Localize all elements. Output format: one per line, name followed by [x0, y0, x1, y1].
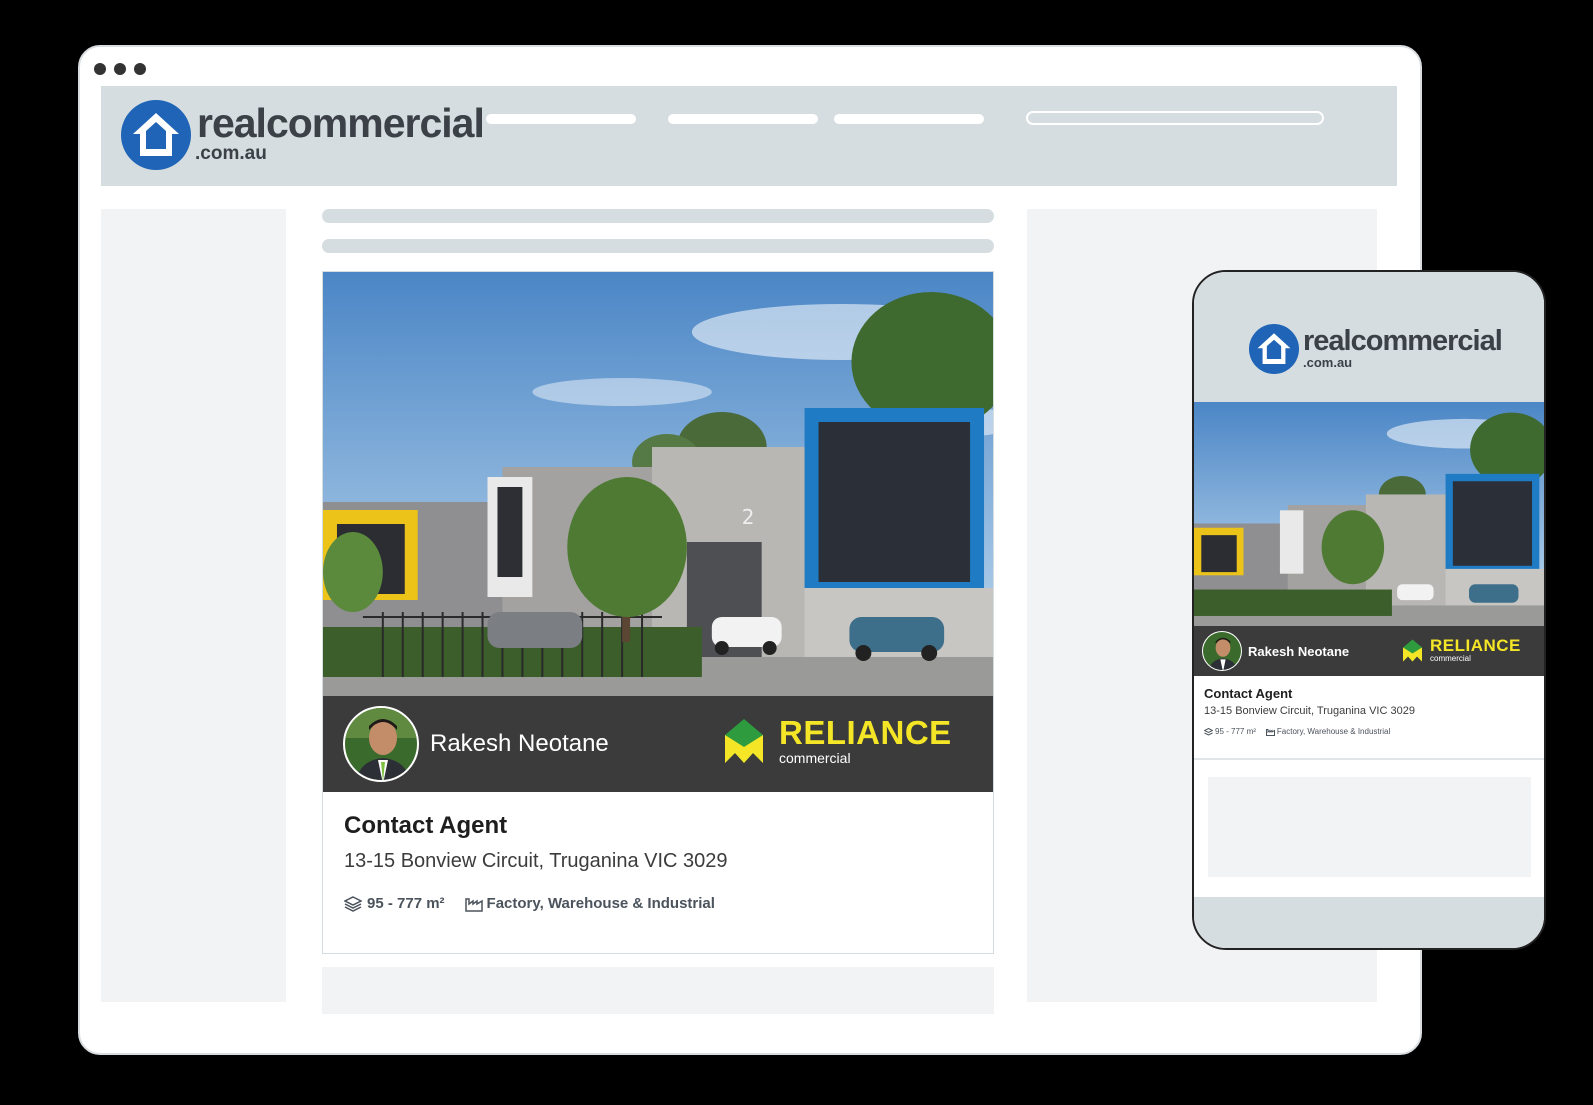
brand-name: realcommercial: [1303, 325, 1503, 357]
agent-avatar[interactable]: [1202, 631, 1242, 671]
reliance-logo-icon: [725, 718, 763, 763]
agent-avatar[interactable]: [343, 706, 419, 782]
mobile-header: realcommercial .com.au: [1194, 272, 1544, 402]
area-spec: 95 - 777 m²: [1204, 727, 1256, 736]
agent-name[interactable]: Rakesh Neotane: [1248, 644, 1349, 659]
property-type: Factory, Warehouse & Industrial: [1276, 727, 1391, 736]
agent-branding-bar: Rakesh Neotane RELIANCE commercial: [323, 696, 993, 792]
left-sidebar-placeholder: [101, 209, 286, 1002]
factory-icon: [464, 897, 483, 912]
text-line-placeholder: [322, 239, 994, 253]
mobile-brand-logo[interactable]: realcommercial .com.au: [1249, 324, 1503, 374]
agency-subtitle: commercial: [779, 750, 851, 766]
property-type: Factory, Warehouse & Industrial: [486, 895, 715, 912]
window-controls: [94, 63, 146, 75]
site-header: realcommercial .com.au: [101, 86, 1397, 186]
layers-icon: [1204, 727, 1213, 736]
listing-address[interactable]: 13-15 Bonview Circuit, Truganina VIC 302…: [344, 850, 728, 873]
factory-icon: [1265, 728, 1275, 736]
type-spec: Factory, Warehouse & Industrial: [1265, 727, 1391, 736]
brand-name: realcommercial: [197, 100, 485, 146]
area-spec: 95 - 777 m²: [344, 895, 445, 912]
agency-logo[interactable]: RELIANCE commercial: [723, 716, 952, 765]
svg-text:2: 2: [742, 505, 755, 529]
listing-price[interactable]: Contact Agent: [344, 812, 728, 840]
window-dot-icon[interactable]: [94, 63, 106, 75]
search-input-placeholder[interactable]: [1026, 111, 1324, 125]
agent-name[interactable]: Rakesh Neotane: [430, 730, 609, 758]
listing-address[interactable]: 13-15 Bonview Circuit, Truganina VIC 302…: [1204, 705, 1415, 717]
agency-logo[interactable]: RELIANCE commercial: [1402, 637, 1521, 663]
brand-domain: .com.au: [1303, 355, 1353, 370]
layers-icon: [344, 895, 362, 912]
listing-card[interactable]: 2 Rakesh Neotane RELIANCE commercial Con…: [322, 271, 994, 954]
mobile-footer-placeholder: [1194, 897, 1544, 948]
listing-specs: 95 - 777 m² Factory, Warehouse & Industr…: [1204, 727, 1415, 736]
nav-link-placeholder[interactable]: [486, 114, 636, 124]
window-dot-icon[interactable]: [134, 63, 146, 75]
type-spec: Factory, Warehouse & Industrial: [464, 895, 715, 912]
mobile-property-photo: [1194, 402, 1544, 626]
mobile-listing-details: Contact Agent 13-15 Bonview Circuit, Tru…: [1204, 686, 1415, 736]
nav-link-placeholder[interactable]: [834, 114, 984, 124]
mobile-agent-bar: Rakesh Neotane RELIANCE commercial: [1194, 626, 1544, 676]
house-icon: [1249, 324, 1299, 374]
agency-name: RELIANCE: [779, 714, 952, 751]
next-card-placeholder: [322, 967, 994, 1014]
agency-subtitle: commercial: [1430, 654, 1471, 663]
brand-logo[interactable]: realcommercial .com.au: [121, 100, 485, 170]
brand-domain: .com.au: [195, 143, 267, 164]
reliance-logo-icon: [1403, 639, 1422, 661]
listing-price[interactable]: Contact Agent: [1204, 686, 1415, 701]
area-value: 95 - 777 m²: [367, 895, 445, 912]
house-icon: [121, 100, 191, 170]
agency-name: RELIANCE: [1430, 636, 1521, 655]
content-placeholder: [1208, 777, 1531, 877]
text-line-placeholder: [322, 209, 994, 223]
nav-link-placeholder[interactable]: [668, 114, 818, 124]
divider: [1194, 758, 1544, 760]
property-photo: 2: [323, 272, 993, 696]
window-dot-icon[interactable]: [114, 63, 126, 75]
area-value: 95 - 777 m²: [1215, 727, 1256, 736]
listing-details: Contact Agent 13-15 Bonview Circuit, Tru…: [344, 812, 728, 912]
mobile-device-frame: realcommercial .com.au Rakesh Neotane RE…: [1192, 270, 1546, 950]
listing-specs: 95 - 777 m² Factory, Warehouse & Industr…: [344, 895, 728, 912]
